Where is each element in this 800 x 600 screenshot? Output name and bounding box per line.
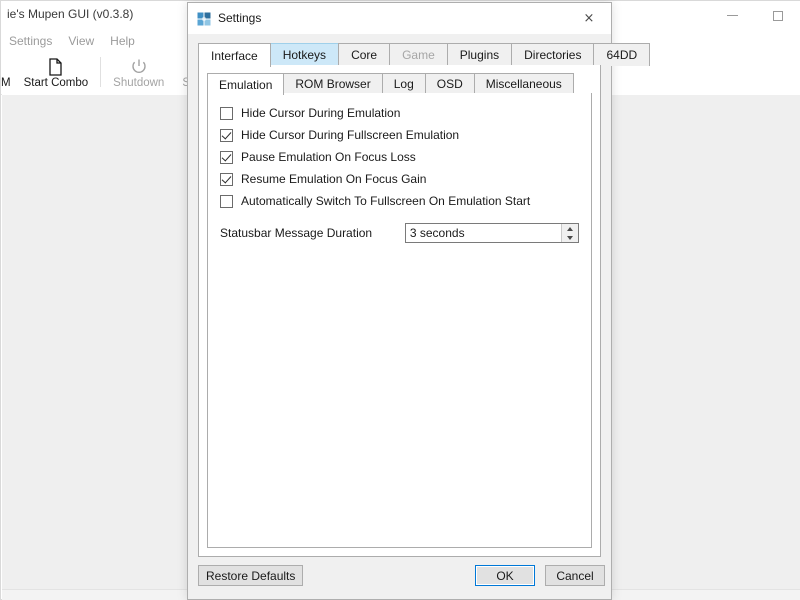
file-icon bbox=[47, 57, 64, 76]
tab-game[interactable]: Game bbox=[389, 43, 448, 66]
toolbar-item-start-combo[interactable]: Start Combo bbox=[15, 52, 98, 94]
stepper-up-button[interactable] bbox=[562, 224, 578, 233]
chevron-up-icon bbox=[567, 226, 573, 231]
main-window-title: ie's Mupen GUI (v0.3.8) bbox=[7, 7, 134, 21]
toolbar-label-rom: M bbox=[1, 76, 11, 89]
option-hide-cursor-during-fullscreen-emulation[interactable]: Hide Cursor During Fullscreen Emulation bbox=[220, 124, 579, 146]
minimize-button[interactable] bbox=[709, 1, 755, 30]
statusbar-message-duration-row: Statusbar Message Duration 3 seconds bbox=[220, 221, 579, 245]
toolbar-separator bbox=[100, 57, 102, 87]
checkbox-hide-cursor-during-emulation[interactable] bbox=[220, 106, 233, 120]
toolbar-item-shutdown[interactable]: Shutdown bbox=[104, 52, 173, 94]
screen: ie's Mupen GUI (v0.3.8) Settings View He… bbox=[0, 0, 800, 600]
minimize-icon bbox=[726, 15, 738, 16]
chevron-down-icon bbox=[567, 235, 573, 240]
menu-help[interactable]: Help bbox=[102, 32, 143, 50]
stepper-down-button[interactable] bbox=[562, 233, 578, 242]
toolbar-label-start-combo: Start Combo bbox=[23, 76, 89, 89]
settings-dialog: Settings × Interface Hotkeys Core Game P… bbox=[187, 2, 651, 600]
emulation-subtab-panel: Hide Cursor During Emulation Hide Cursor… bbox=[207, 93, 592, 548]
checkbox-automatically-switch-to-fullscreen[interactable] bbox=[220, 194, 233, 208]
option-label: Resume Emulation On Focus Gain bbox=[241, 172, 427, 186]
subtab-miscellaneous[interactable]: Miscellaneous bbox=[473, 73, 574, 94]
statusbar-message-duration-stepper[interactable]: 3 seconds bbox=[404, 223, 579, 243]
dialog-content: Interface Hotkeys Core Game Plugins Dire… bbox=[188, 34, 651, 599]
tab-hotkeys[interactable]: Hotkeys bbox=[269, 43, 340, 66]
statusbar-message-duration-label: Statusbar Message Duration bbox=[220, 226, 373, 240]
interface-subtabbar: Emulation ROM Browser Log OSD Miscellane… bbox=[207, 72, 592, 95]
option-label: Pause Emulation On Focus Loss bbox=[241, 150, 416, 164]
subtab-rom-browser[interactable]: ROM Browser bbox=[283, 73, 383, 94]
tab-64dd[interactable]: 64DD bbox=[593, 43, 651, 66]
toolbar-label-shutdown: Shutdown bbox=[113, 76, 165, 89]
emulation-options: Hide Cursor During Emulation Hide Cursor… bbox=[220, 102, 579, 245]
dialog-titlebar: Settings × bbox=[188, 3, 611, 34]
dialog-title: Settings bbox=[218, 11, 262, 25]
option-automatically-switch-to-fullscreen[interactable]: Automatically Switch To Fullscreen On Em… bbox=[220, 190, 579, 212]
tab-plugins[interactable]: Plugins bbox=[446, 43, 513, 66]
option-pause-emulation-on-focus-loss[interactable]: Pause Emulation On Focus Loss bbox=[220, 146, 579, 168]
ok-button[interactable]: OK bbox=[475, 565, 535, 586]
tab-interface[interactable]: Interface bbox=[198, 43, 271, 67]
tab-core[interactable]: Core bbox=[338, 43, 391, 66]
interface-tab-panel: Emulation ROM Browser Log OSD Miscellane… bbox=[198, 65, 601, 557]
stepper-buttons bbox=[561, 224, 578, 242]
option-label: Automatically Switch To Fullscreen On Em… bbox=[241, 194, 531, 208]
subtab-emulation[interactable]: Emulation bbox=[207, 73, 285, 95]
settings-puzzle-icon bbox=[197, 12, 211, 26]
settings-tabbar: Interface Hotkeys Core Game Plugins Dire… bbox=[198, 42, 651, 67]
checkbox-hide-cursor-during-fullscreen-emulation[interactable] bbox=[220, 128, 233, 142]
main-window-controls bbox=[709, 1, 800, 30]
subtab-log[interactable]: Log bbox=[381, 73, 426, 94]
tab-directories[interactable]: Directories bbox=[511, 43, 595, 66]
menu-view[interactable]: View bbox=[60, 32, 102, 50]
option-label: Hide Cursor During Emulation bbox=[241, 106, 401, 120]
menu-settings[interactable]: Settings bbox=[1, 32, 60, 50]
statusbar-message-duration-value: 3 seconds bbox=[409, 226, 465, 240]
option-label: Hide Cursor During Fullscreen Emulation bbox=[241, 128, 460, 142]
option-hide-cursor-during-emulation[interactable]: Hide Cursor During Emulation bbox=[220, 102, 579, 124]
checkbox-resume-emulation-on-focus-gain[interactable] bbox=[220, 172, 233, 186]
close-button[interactable]: × bbox=[567, 3, 611, 34]
option-resume-emulation-on-focus-gain[interactable]: Resume Emulation On Focus Gain bbox=[220, 168, 579, 190]
maximize-button[interactable] bbox=[755, 1, 800, 30]
cancel-button[interactable]: Cancel bbox=[545, 565, 605, 586]
restore-defaults-button[interactable]: Restore Defaults bbox=[198, 565, 304, 586]
toolbar-item-rom[interactable]: M bbox=[1, 52, 15, 94]
power-icon bbox=[130, 58, 148, 76]
dialog-footer: Restore Defaults OK Cancel bbox=[188, 557, 611, 599]
maximize-icon bbox=[773, 10, 783, 21]
subtab-osd[interactable]: OSD bbox=[424, 73, 475, 94]
checkbox-pause-emulation-on-focus-loss[interactable] bbox=[220, 150, 233, 164]
close-icon: × bbox=[583, 11, 595, 26]
